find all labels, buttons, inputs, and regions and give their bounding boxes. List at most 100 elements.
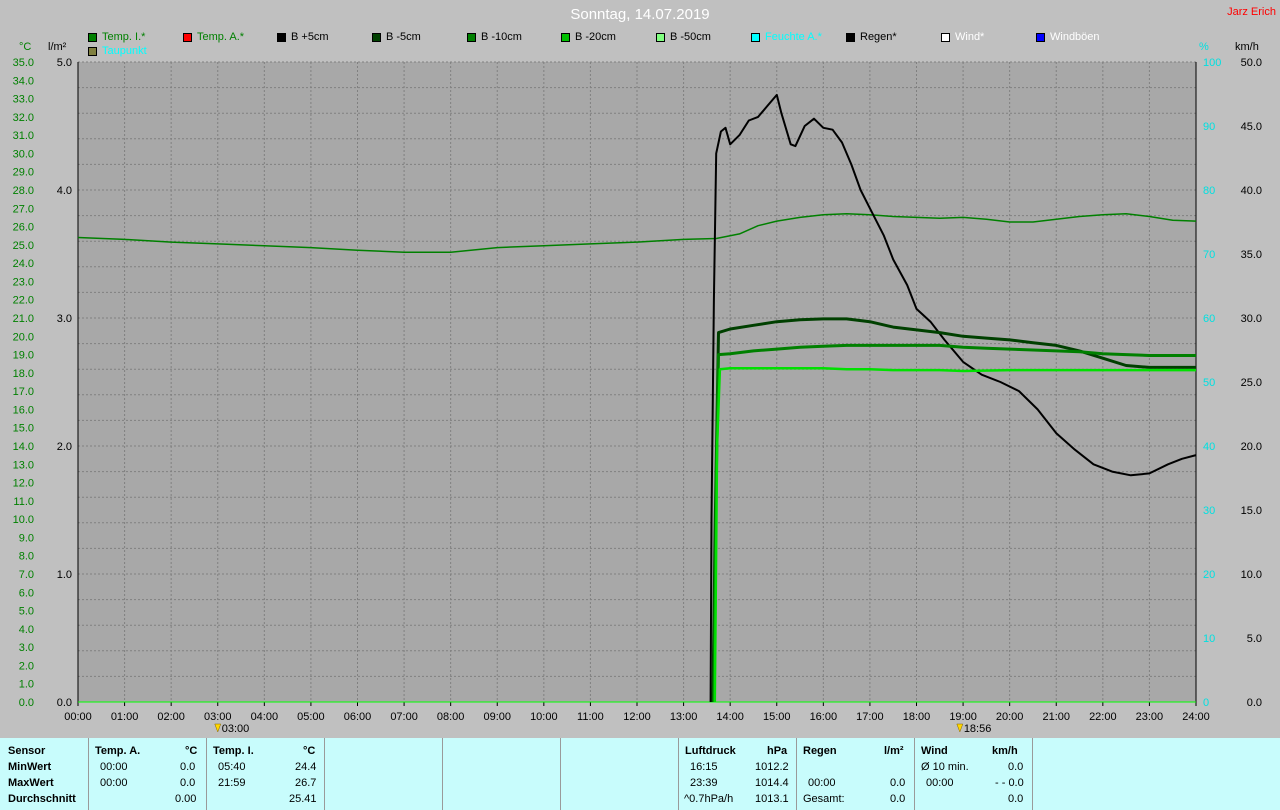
y-tick-temp: 31.0 (13, 130, 34, 142)
rain-total-label: Gesamt: (803, 793, 845, 805)
y-tick-wind: 45.0 (1241, 121, 1262, 133)
y-tick-temp: 3.0 (19, 642, 34, 654)
y-tick-rain: 2.0 (57, 441, 72, 453)
row-label-max: MaxWert (8, 777, 54, 789)
y-tick-rain: 3.0 (57, 313, 72, 325)
wind-max-val: - - 0.0 (995, 777, 1024, 789)
temp-a-avg: 0.00 (175, 793, 197, 805)
y-tick-humidity: 100 (1203, 57, 1221, 69)
y-tick-temp: 7.0 (19, 569, 34, 581)
y-tick-temp: 35.0 (13, 57, 34, 69)
x-tick-label: 07:00 (390, 711, 418, 723)
y-tick-humidity: 40 (1203, 441, 1215, 453)
temp-i-unit: °C (303, 745, 316, 757)
x-tick-label: 23:00 (1136, 711, 1164, 723)
x-tick-label: 01:00 (111, 711, 139, 723)
pressure-unit: hPa (767, 745, 788, 757)
y-tick-wind: 35.0 (1241, 249, 1262, 261)
y-tick-temp: 28.0 (13, 185, 34, 197)
rain-unit: l/m² (884, 745, 904, 757)
rain-total: 0.0 (890, 793, 906, 805)
y-tick-temp: 26.0 (13, 222, 34, 234)
temp-i-min-time: 05:40 (218, 761, 246, 773)
pressure-max-time: 23:39 (690, 777, 718, 789)
pressure-header: Luftdruck (685, 745, 736, 757)
x-tick-label: 22:00 (1089, 711, 1117, 723)
row-label-avg: Durchschnitt (8, 793, 76, 805)
y-tick-temp: 14.0 (13, 441, 34, 453)
y-tick-wind: 15.0 (1241, 505, 1262, 517)
y-tick-temp: 1.0 (19, 679, 34, 691)
y-tick-wind: 10.0 (1241, 569, 1262, 581)
x-tick-label: 06:00 (344, 711, 372, 723)
y-tick-temp: 12.0 (13, 478, 34, 490)
x-tick-label: 14:00 (716, 711, 744, 723)
sun-marker-icon (214, 723, 222, 733)
y-tick-rain: 1.0 (57, 569, 72, 581)
x-tick-label: 09:00 (483, 711, 511, 723)
sun-marker-icon (956, 723, 964, 733)
sun-marker-label: 18:56 (964, 723, 992, 735)
chart-svg: 00:00 01:00 02:00 03:00 04:00 05:00 06:00 07:00… (13, 57, 1262, 735)
x-tick-label: 00:00 (64, 711, 92, 723)
y-tick-temp: 10.0 (13, 514, 34, 526)
y-tick-temp: 4.0 (19, 624, 34, 636)
y-tick-temp: 5.0 (19, 606, 34, 618)
wind-avg10-val: 0.0 (1008, 761, 1024, 773)
x-tick-label: 03:00 (204, 711, 232, 723)
temp-a-header: Temp. A. (95, 745, 141, 757)
x-tick-label: 16:00 (810, 711, 838, 723)
temp-i-max-val: 26.7 (295, 777, 317, 789)
x-tick-label: 08:00 (437, 711, 465, 723)
x-tick-label: 05:00 (297, 711, 325, 723)
y-tick-wind: 40.0 (1241, 185, 1262, 197)
y-tick-temp: 17.0 (13, 386, 34, 398)
rain-header: Regen (803, 745, 837, 757)
sun-marker-label: 03:00 (222, 723, 250, 735)
y-tick-temp: 32.0 (13, 112, 34, 124)
y-tick-temp: 19.0 (13, 350, 34, 362)
stats-table: Sensor MinWert MaxWert Durchschnitt Temp… (0, 738, 1280, 810)
temp-a-min-val: 0.0 (180, 761, 196, 773)
y-tick-temp: 24.0 (13, 258, 34, 270)
y-tick-humidity: 30 (1203, 505, 1215, 517)
y-tick-temp: 13.0 (13, 459, 34, 471)
y-tick-wind: 20.0 (1241, 441, 1262, 453)
temp-i-avg: 25.41 (289, 793, 317, 805)
x-tick-label: 15:00 (763, 711, 791, 723)
y-tick-temp: 33.0 (13, 94, 34, 106)
x-tick-label: 19:00 (949, 711, 977, 723)
x-tick-label: 18:00 (903, 711, 931, 723)
pressure-min-time: 16:15 (690, 761, 718, 773)
y-tick-wind: 50.0 (1241, 57, 1262, 69)
y-tick-humidity: 10 (1203, 633, 1215, 645)
x-tick-label: 17:00 (856, 711, 884, 723)
x-tick-label: 24:00 (1182, 711, 1210, 723)
pressure-max-val: 1014.4 (755, 777, 789, 789)
y-tick-temp: 6.0 (19, 587, 34, 599)
y-tick-temp: 15.0 (13, 423, 34, 435)
x-tick-label: 10:00 (530, 711, 558, 723)
y-tick-temp: 18.0 (13, 368, 34, 380)
y-tick-temp: 11.0 (13, 496, 34, 508)
y-tick-temp: 23.0 (13, 276, 34, 288)
y-tick-wind: 30.0 (1241, 313, 1262, 325)
y-tick-rain: 5.0 (57, 57, 72, 69)
y-tick-wind: 5.0 (1247, 633, 1262, 645)
temp-a-max-val: 0.0 (180, 777, 196, 789)
y-tick-temp: 20.0 (13, 331, 34, 343)
y-tick-wind: 25.0 (1241, 377, 1262, 389)
temp-a-max-time: 00:00 (100, 777, 128, 789)
y-tick-humidity: 0 (1203, 697, 1209, 709)
wind-unit: km/h (992, 745, 1018, 757)
y-tick-temp: 9.0 (19, 532, 34, 544)
y-tick-temp: 30.0 (13, 148, 34, 160)
y-tick-temp: 29.0 (13, 167, 34, 179)
y-tick-temp: 22.0 (13, 295, 34, 307)
wind-avg10-label: Ø 10 min. (921, 761, 969, 773)
y-tick-temp: 16.0 (13, 404, 34, 416)
pressure-avg: 1013.1 (755, 793, 789, 805)
y-tick-humidity: 80 (1203, 185, 1215, 197)
y-tick-temp: 0.0 (19, 697, 34, 709)
y-tick-humidity: 50 (1203, 377, 1215, 389)
